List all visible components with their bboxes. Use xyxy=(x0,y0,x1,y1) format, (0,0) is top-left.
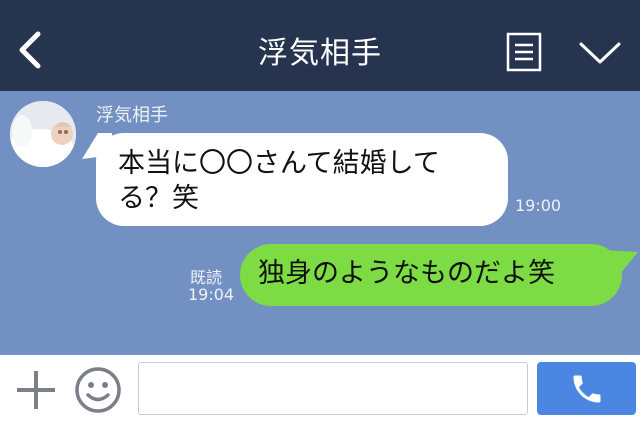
incoming-message-time: 19:00 xyxy=(515,196,562,215)
add-attachment-button[interactable] xyxy=(14,368,58,412)
smiley-icon xyxy=(75,367,121,413)
outgoing-message-text: 独身のようなものだよ笑 xyxy=(258,258,555,289)
outgoing-message-bubble[interactable]: 独身のようなものだよ笑 xyxy=(240,244,622,306)
contact-avatar[interactable] xyxy=(10,101,76,167)
avatar-image xyxy=(10,101,76,167)
sender-name: 浮気相手 xyxy=(96,105,168,126)
chevron-down-icon xyxy=(579,42,621,64)
incoming-message-bubble[interactable]: 本当に〇〇さんて結婚して る？笑 xyxy=(96,133,508,226)
incoming-message-line-2: る？笑 xyxy=(118,183,199,214)
notes-button[interactable] xyxy=(506,32,542,72)
call-button[interactable] xyxy=(537,362,636,415)
plus-icon xyxy=(17,371,55,409)
menu-button[interactable] xyxy=(578,38,622,68)
chat-title: 浮気相手 xyxy=(258,36,382,71)
notes-icon xyxy=(506,32,542,72)
chat-header: 浮気相手 xyxy=(0,0,640,91)
incoming-message-line-1: 本当に〇〇さんて結婚して xyxy=(118,148,440,179)
outgoing-message-time: 19:04 xyxy=(188,285,235,304)
emoji-button[interactable] xyxy=(74,366,122,414)
phone-icon xyxy=(573,375,601,403)
message-input[interactable] xyxy=(138,362,528,415)
